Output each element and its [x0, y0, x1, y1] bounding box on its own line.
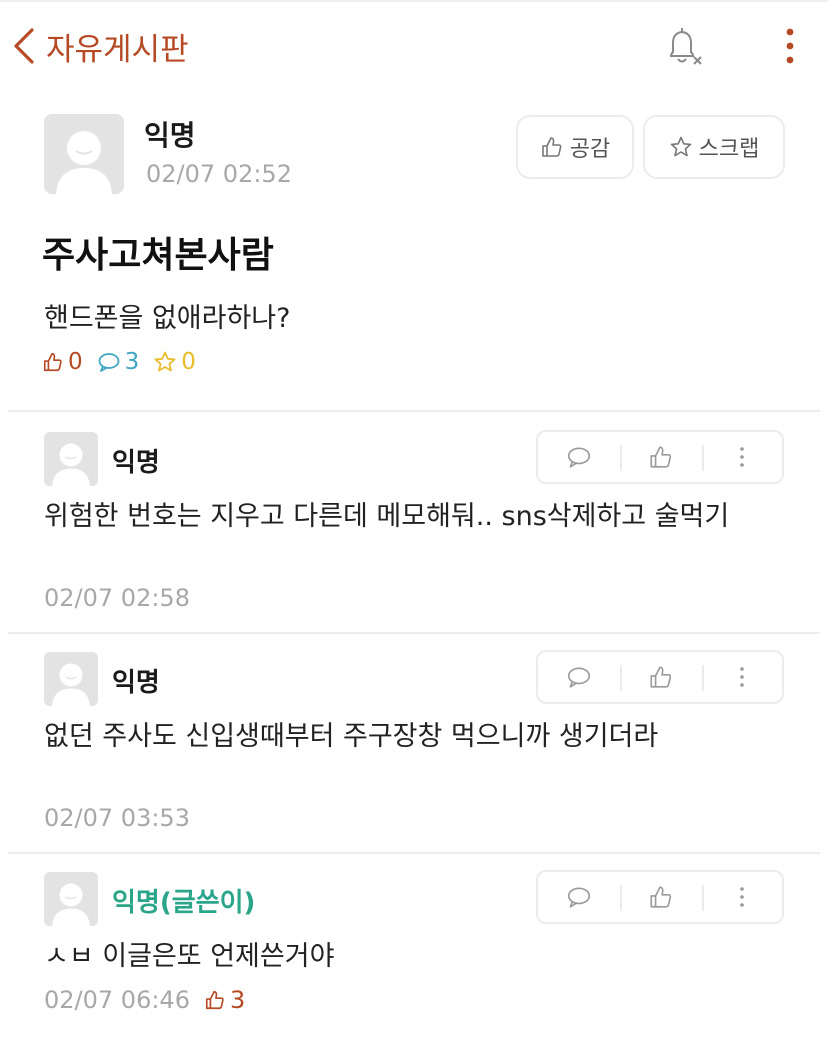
comment-author-op: 익명(글쓴이) [112, 888, 256, 918]
speech-bubble-icon [567, 887, 591, 908]
thumbs-up-icon [650, 666, 672, 688]
more-vertical-icon [740, 887, 744, 907]
reply-button[interactable] [538, 872, 620, 922]
post-body: 핸드폰을 없애라하나? [44, 303, 291, 334]
post-stats: 0 3 0 [42, 346, 210, 378]
thumbs-up-icon [43, 352, 62, 372]
post-author-avatar [44, 114, 124, 194]
thumbs-up-icon [541, 137, 562, 157]
reply-button[interactable] [538, 432, 620, 482]
comment-action-bar [536, 870, 784, 924]
post-like-button[interactable]: 공감 [516, 115, 634, 179]
comment-avatar [44, 872, 98, 926]
thumbs-up-icon [650, 446, 672, 468]
star-outline-icon [154, 351, 176, 372]
thumbs-up-icon [205, 990, 224, 1010]
more-options-button[interactable] [772, 22, 808, 72]
post-timestamp: 02/07 02:52 [146, 160, 292, 188]
post-comment-count: 3 [97, 349, 140, 375]
comment-more-button[interactable] [702, 432, 782, 482]
thumbs-up-icon [650, 886, 672, 908]
comment-like-button[interactable] [620, 872, 702, 922]
default-avatar-icon [44, 652, 98, 706]
more-vertical-icon [740, 447, 744, 467]
board-title: 자유게시판 [46, 32, 189, 68]
article-screen: 자유게시판 익명 02/07 02:52 공감 스크랩 주사고쳐본사람 핸드폰을… [0, 0, 828, 1040]
comment-author: 익명 [112, 448, 160, 478]
post-like-label: 공감 [569, 137, 611, 162]
comment-avatar [44, 652, 98, 706]
post-scrap-count: 0 [153, 349, 196, 375]
comment-action-bar [536, 430, 784, 484]
speech-bubble-icon [98, 353, 120, 372]
back-button[interactable] [6, 24, 42, 68]
post-scrap-count-value: 0 [181, 349, 196, 375]
comment-timestamp: 02/07 03:53 [44, 804, 190, 832]
post-title: 주사고쳐본사람 [42, 235, 274, 276]
comment-like-count: 3 [204, 986, 245, 1014]
default-avatar-icon [44, 114, 124, 194]
divider [8, 410, 820, 412]
comment-meta: 02/07 02:58 [44, 584, 190, 612]
more-vertical-icon [786, 28, 794, 64]
comment-more-button[interactable] [702, 872, 782, 922]
comment-text: ㅅㅂ 이글은또 언제쓴거야 [44, 941, 335, 972]
bell-off-icon [669, 28, 702, 65]
divider [8, 852, 820, 854]
comment-avatar [44, 432, 98, 486]
post-like-count-value: 0 [68, 349, 83, 375]
chevron-left-icon [14, 28, 34, 64]
notification-toggle-button[interactable] [658, 22, 708, 72]
divider [8, 632, 820, 634]
reply-button[interactable] [538, 652, 620, 702]
post-scrap-label: 스크랩 [698, 137, 760, 162]
speech-bubble-icon [567, 447, 591, 468]
comment-action-bar [536, 650, 784, 704]
comment-like-button[interactable] [620, 652, 702, 702]
default-avatar-icon [44, 872, 98, 926]
post-comment-count-value: 3 [124, 349, 140, 375]
comment-meta: 02/07 06:46 3 [44, 986, 245, 1014]
comment-author: 익명 [112, 668, 160, 698]
post-author-name: 익명 [144, 119, 196, 152]
comment-meta: 02/07 03:53 [44, 804, 190, 832]
post-scrap-button[interactable]: 스크랩 [643, 115, 785, 179]
more-vertical-icon [740, 667, 744, 687]
post-like-count: 0 [42, 349, 83, 375]
comment-text: 위험한 번호는 지우고 다른데 메모해둬.. sns삭제하고 술먹기 [44, 501, 730, 532]
default-avatar-icon [44, 432, 98, 486]
comment-text: 없던 주사도 신입생때부터 주구장창 먹으니까 생기더라 [44, 721, 659, 752]
comment-timestamp: 02/07 06:46 [44, 986, 190, 1014]
comment-timestamp: 02/07 02:58 [44, 584, 190, 612]
star-outline-icon [670, 136, 691, 157]
comment-like-count-value: 3 [229, 986, 246, 1014]
comment-like-button[interactable] [620, 432, 702, 482]
comment-more-button[interactable] [702, 652, 782, 702]
speech-bubble-icon [567, 667, 591, 688]
top-bar: 자유게시판 [0, 0, 828, 90]
